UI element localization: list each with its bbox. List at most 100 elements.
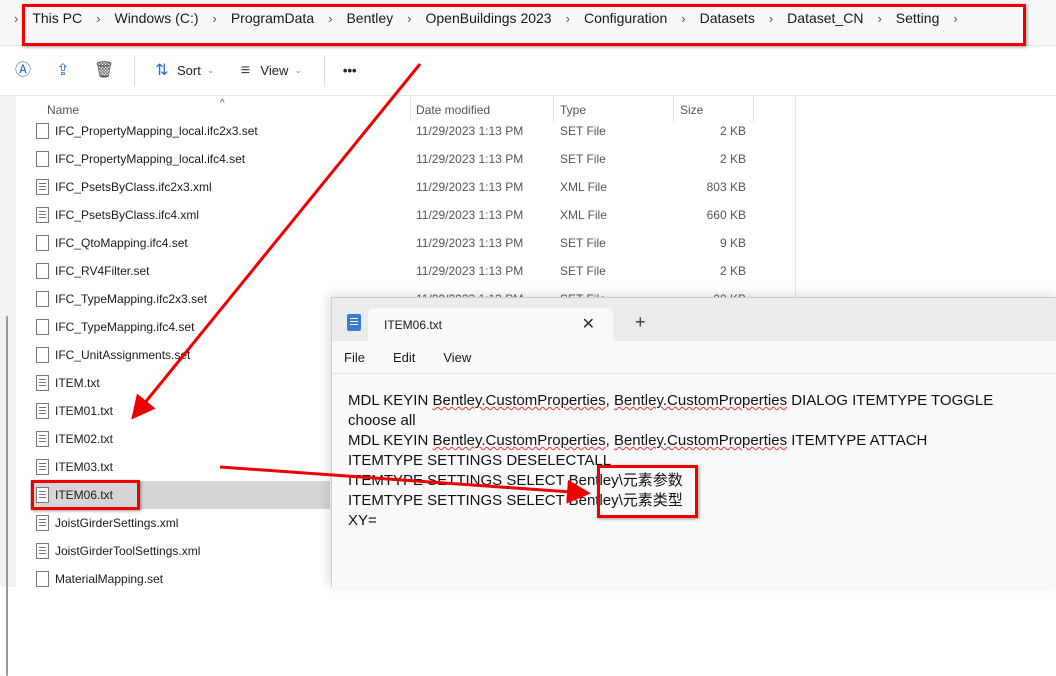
text-line: MDL KEYIN Bentley.CustomProperties, Bent… xyxy=(348,391,1056,411)
delete-button[interactable]: 🗑 xyxy=(94,61,115,80)
file-size: 9 KB xyxy=(719,236,746,250)
notepad-icon xyxy=(347,314,361,331)
tab-bar: ITEM06.txt ✕ + xyxy=(332,298,1056,342)
file-row[interactable]: IFC_QtoMapping.ifc4.set 11/29/2023 1:13 … xyxy=(30,229,795,257)
file-size: 2 KB xyxy=(719,152,746,166)
file-name: IFC_PropertyMapping_local.ifc4.set xyxy=(55,152,246,166)
file-name: IFC_TypeMapping.ifc2x3.set xyxy=(55,292,208,306)
file-row[interactable]: IFC_PropertyMapping_local.ifc4.set 11/29… xyxy=(30,145,795,173)
text-segment: Bentley.CustomProperties xyxy=(432,432,606,449)
text-line: ITEMTYPE SETTINGS SELECT Bentley\元素参数 xyxy=(348,471,1056,491)
sort-label: Sort xyxy=(177,63,201,78)
text-segment: , xyxy=(605,392,614,409)
tab-title: ITEM06.txt xyxy=(384,318,443,332)
text-line: ITEMTYPE SETTINGS DESELECTALL xyxy=(348,451,1056,471)
text-segment: choose all xyxy=(348,412,416,429)
file-type: SET File xyxy=(560,152,606,166)
file-size: 803 KB xyxy=(706,180,746,194)
file-icon xyxy=(36,151,49,167)
file-icon xyxy=(36,375,49,391)
text-segment: ITEMTYPE SETTINGS DESELECTALL xyxy=(348,452,612,469)
text-segment: MDL KEYIN xyxy=(348,432,433,449)
file-icon xyxy=(36,207,49,223)
rename-button[interactable]: Ⓐ xyxy=(14,62,32,80)
share-button[interactable]: ⇪ xyxy=(54,62,72,80)
file-row[interactable]: IFC_PsetsByClass.ifc2x3.xml 11/29/2023 1… xyxy=(30,173,795,201)
menu-bar: File Edit View xyxy=(332,341,1056,374)
more-button[interactable]: ••• xyxy=(343,63,357,78)
file-name: IFC_PropertyMapping_local.ifc2x3.set xyxy=(55,124,258,138)
notepad-window: ITEM06.txt ✕ + File Edit View MDL KEYIN … xyxy=(331,297,1056,587)
text-segment: ITEMTYPE ATTACH xyxy=(787,432,928,449)
share-icon: ⇪ xyxy=(56,61,70,79)
file-date: 11/29/2023 1:13 PM xyxy=(416,152,524,166)
view-button[interactable]: ≡ View ⌄ xyxy=(236,62,302,80)
file-icon xyxy=(36,403,49,419)
file-date: 11/29/2023 1:13 PM xyxy=(416,236,524,250)
sort-icon: ⇅ xyxy=(155,61,169,79)
menu-edit[interactable]: Edit xyxy=(393,350,415,365)
chevron-right-icon[interactable]: › xyxy=(14,11,18,26)
file-type: XML File xyxy=(560,180,607,194)
file-icon xyxy=(36,291,49,307)
file-size: 660 KB xyxy=(706,208,746,222)
menu-view[interactable]: View xyxy=(443,350,471,365)
file-name: IFC_RV4Filter.set xyxy=(55,264,150,278)
file-date: 11/29/2023 1:13 PM xyxy=(416,180,524,194)
file-row[interactable]: IFC_PropertyMapping_local.ifc2x3.set 11/… xyxy=(30,117,795,145)
file-icon xyxy=(36,431,49,447)
file-type: SET File xyxy=(560,264,606,278)
text-line: ITEMTYPE SETTINGS SELECT Bentley\元素类型 xyxy=(348,491,1056,511)
rename-icon: Ⓐ xyxy=(14,61,31,79)
text-segment: XY= xyxy=(348,512,377,529)
view-label: View xyxy=(260,63,289,78)
file-name: ITEM.txt xyxy=(55,376,100,390)
file-icon xyxy=(36,515,49,531)
file-icon xyxy=(36,319,49,335)
file-date: 11/29/2023 1:13 PM xyxy=(416,124,524,138)
text-line: XY= xyxy=(348,511,1056,531)
file-type: SET File xyxy=(560,124,606,138)
highlight-box xyxy=(22,4,1026,46)
file-size: 2 KB xyxy=(719,264,746,278)
view-icon: ≡ xyxy=(240,61,251,79)
highlight-box xyxy=(31,480,140,510)
file-name: IFC_PsetsByClass.ifc2x3.xml xyxy=(55,180,212,194)
sort-button[interactable]: ⇅ Sort ⌄ xyxy=(153,62,214,80)
file-type: SET File xyxy=(560,236,606,250)
close-icon[interactable]: ✕ xyxy=(582,314,595,334)
chevron-down-icon: ⌄ xyxy=(294,65,302,75)
text-segment: Bentley.CustomProperties xyxy=(613,432,788,449)
file-name: JoistGirderToolSettings.xml xyxy=(55,544,201,558)
text-segment: , xyxy=(605,432,614,449)
file-name: JoistGirderSettings.xml xyxy=(55,516,179,530)
file-name: MaterialMapping.set xyxy=(55,572,164,586)
file-name: ITEM01.txt xyxy=(55,404,114,418)
file-name: ITEM02.txt xyxy=(55,432,114,446)
file-row[interactable]: IFC_PsetsByClass.ifc4.xml 11/29/2023 1:1… xyxy=(30,201,795,229)
divider xyxy=(134,55,135,86)
new-tab-button[interactable]: + xyxy=(635,312,646,333)
tab-item06[interactable]: ITEM06.txt ✕ xyxy=(368,308,613,342)
command-bar: Ⓐ ⇪ 🗑 ⇅ Sort ⌄ ≡ View ⌄ ••• xyxy=(0,46,1056,96)
file-row[interactable]: IFC_RV4Filter.set 11/29/2023 1:13 PM SET… xyxy=(30,257,795,285)
divider xyxy=(323,55,325,86)
file-date: 11/29/2023 1:13 PM xyxy=(416,208,524,222)
file-icon xyxy=(36,543,49,559)
file-date: 11/29/2023 1:13 PM xyxy=(416,264,524,278)
file-icon xyxy=(36,571,49,587)
file-icon xyxy=(36,263,49,279)
text-segment: Bentley.CustomProperties xyxy=(432,392,606,409)
file-name: IFC_TypeMapping.ifc4.set xyxy=(55,320,195,334)
file-name: IFC_UnitAssignments.set xyxy=(55,348,191,362)
file-icon xyxy=(36,459,49,475)
menu-file[interactable]: File xyxy=(344,350,365,365)
file-icon xyxy=(36,123,49,139)
text-segment: Bentley.CustomProperties xyxy=(613,392,788,409)
text-line: choose all xyxy=(348,411,1056,431)
trash-icon: 🗑 xyxy=(94,61,115,79)
sort-ascending-icon: ^ xyxy=(220,98,225,109)
file-size: 2 KB xyxy=(719,124,746,138)
text-segment: DIALOG ITEMTYPE TOGGLE xyxy=(787,392,994,409)
text-segment: MDL KEYIN xyxy=(348,392,433,409)
